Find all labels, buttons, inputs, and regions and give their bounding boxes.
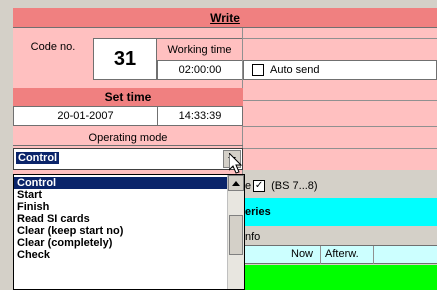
working-time-label: Working time [157, 38, 243, 60]
now-afterw-row: Now Afterw. [243, 246, 437, 264]
write-title: Write [210, 10, 240, 25]
green-bar [243, 265, 437, 290]
code-value[interactable]: 31 [93, 38, 157, 80]
date-field[interactable]: 20-01-2007 [13, 106, 158, 126]
now-label: Now [291, 248, 314, 260]
divider [320, 246, 321, 264]
top-strip [0, 0, 437, 8]
operating-mode-select[interactable]: Control [13, 148, 243, 170]
list-scrollbar[interactable] [227, 175, 244, 289]
list-item[interactable]: Read SI cards [14, 213, 228, 225]
code-label: Code no. [30, 41, 76, 53]
working-time-value[interactable]: 02:00:00 [157, 60, 243, 80]
operating-mode-label: Operating mode [13, 130, 243, 146]
time-field[interactable]: 14:33:39 [157, 106, 243, 126]
divider [373, 246, 374, 264]
list-item[interactable]: Start [14, 189, 228, 201]
list-item[interactable]: Control [14, 177, 228, 189]
auto-send-row: Auto send [243, 60, 437, 80]
scroll-up-button[interactable] [228, 175, 244, 191]
divider [243, 126, 437, 127]
operating-mode-value: Control [16, 152, 60, 164]
right-panel [243, 8, 437, 170]
list-item[interactable]: Clear (completely) [14, 237, 228, 249]
scroll-thumb[interactable] [229, 215, 243, 255]
afterw-label: Afterw. [325, 248, 359, 260]
set-time-header: Set time [13, 88, 243, 106]
bs-label: (BS 7...8) [271, 180, 318, 192]
chevron-up-icon [232, 180, 240, 186]
list-item[interactable]: Check [14, 249, 228, 261]
series-bar: eries [243, 198, 437, 226]
operating-mode-list[interactable]: Control Start Finish Read SI cards Clear (ke… [13, 174, 245, 290]
bs-row: e ✓ (BS 7...8) [245, 180, 318, 192]
auto-send-checkbox[interactable] [252, 64, 264, 76]
mouse-pointer-icon [229, 153, 243, 174]
divider [243, 148, 437, 149]
list-item[interactable]: Clear (keep start no) [14, 225, 228, 237]
info-row: nfo [243, 228, 437, 246]
write-header: Write [13, 8, 437, 28]
list-item[interactable]: Finish [14, 201, 228, 213]
bs-checkbox[interactable]: ✓ [253, 180, 266, 192]
auto-send-label[interactable]: Auto send [270, 64, 320, 76]
divider [243, 100, 437, 101]
divider [243, 38, 437, 39]
